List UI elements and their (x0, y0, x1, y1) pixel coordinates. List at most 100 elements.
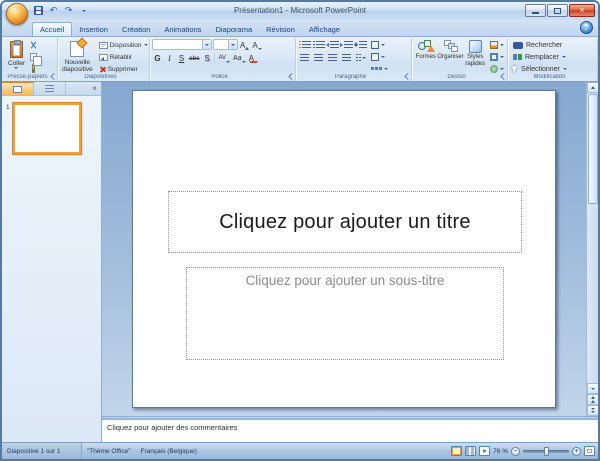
chevron-down-icon (384, 67, 388, 70)
previous-slide-button[interactable] (586, 394, 598, 405)
quick-styles-button[interactable]: Styles rapides (464, 39, 488, 75)
text-shadow-button[interactable]: S (201, 52, 212, 63)
language-status[interactable]: Français (Belgique) (136, 443, 202, 459)
convert-smartart-button[interactable] (370, 63, 389, 74)
tab-affichage[interactable]: Affichage (302, 23, 347, 36)
title-placeholder-text: Cliquez pour ajouter un titre (219, 210, 471, 233)
tab-diaporama[interactable]: Diaporama (208, 23, 259, 36)
scrollbar-thumb[interactable] (587, 94, 598, 204)
shapes-button[interactable]: Formes (414, 39, 438, 75)
slide-sorter-button[interactable] (465, 446, 477, 456)
paragraph-dialog-launcher[interactable] (403, 73, 410, 80)
increase-indent-button[interactable] (340, 39, 353, 50)
bold-button[interactable]: G (152, 52, 163, 63)
scroll-up-button[interactable] (586, 82, 598, 93)
notes-placeholder-text: Cliquez pour ajouter des commentaires (107, 423, 238, 432)
notes-pane[interactable]: Cliquez pour ajouter des commentaires (102, 419, 598, 442)
arrange-button[interactable]: Organiser (437, 39, 464, 75)
shape-outline-button[interactable] (489, 51, 505, 62)
italic-button[interactable]: I (164, 52, 175, 63)
font-color-button[interactable]: A (248, 52, 259, 63)
next-slide-button[interactable] (586, 405, 598, 416)
align-text-button[interactable] (370, 51, 389, 62)
tab-animations[interactable]: Animations (157, 23, 208, 36)
columns-button[interactable] (354, 52, 367, 63)
tab-revision[interactable]: Révision (259, 23, 302, 36)
align-right-button[interactable] (326, 52, 339, 63)
font-size-combo[interactable] (213, 39, 238, 50)
qat-dropdown-button[interactable] (77, 4, 90, 17)
maximize-icon (554, 7, 561, 14)
character-spacing-button[interactable]: AV (217, 52, 231, 63)
strikethrough-button[interactable]: abc (188, 52, 200, 63)
tab-accueil[interactable]: Accueil (32, 22, 73, 36)
reset-slide-button[interactable]: Rétablir (97, 51, 150, 63)
justify-button[interactable] (340, 52, 353, 63)
cut-button[interactable] (28, 39, 40, 50)
minimize-button[interactable] (525, 4, 546, 17)
decrease-indent-button[interactable] (326, 39, 339, 50)
slideshow-button[interactable] (479, 446, 491, 456)
help-button[interactable]: ? (580, 21, 593, 34)
font-dialog-launcher[interactable] (287, 73, 294, 80)
vertical-scrollbar[interactable] (586, 82, 598, 416)
numbering-button[interactable] (312, 39, 325, 50)
zoom-level[interactable]: 76 % (493, 448, 508, 455)
zoom-out-button[interactable]: − (511, 446, 520, 456)
maximize-button[interactable] (547, 4, 568, 17)
close-icon: × (579, 5, 585, 15)
window-controls: × (525, 4, 595, 17)
zoom-slider[interactable] (523, 446, 569, 456)
grow-font-button[interactable]: A (239, 39, 250, 50)
paste-button[interactable]: Coller (6, 39, 27, 75)
group-font: A A G I S abc S AV Aa A Police (150, 38, 296, 81)
slide-thumbnail-row: 1 (2, 96, 101, 154)
tab-creation[interactable]: Création (115, 23, 157, 36)
panel-tab-slides[interactable] (2, 82, 34, 95)
find-button[interactable]: Rechercher (510, 39, 595, 51)
new-slide-button[interactable]: Nouvelle diapositive (60, 39, 95, 75)
shape-fill-button[interactable] (489, 39, 505, 50)
double-chevron-down-icon (590, 408, 595, 410)
double-chevron-up-icon (590, 396, 595, 399)
slides-panel: × 1 (2, 82, 102, 442)
slide-thumbnail[interactable] (12, 103, 81, 154)
subtitle-placeholder[interactable]: Cliquez pour ajouter un sous-titre (186, 267, 504, 360)
close-button[interactable]: × (569, 4, 595, 17)
new-slide-icon (70, 41, 85, 57)
layout-button[interactable]: Disposition (97, 39, 150, 51)
save-button[interactable] (32, 4, 45, 17)
scroll-down-button[interactable] (586, 383, 598, 394)
chevron-down-icon[interactable] (228, 40, 237, 49)
line-spacing-button[interactable] (354, 39, 367, 50)
undo-button[interactable]: ↶ (47, 4, 60, 17)
panel-close-button[interactable]: × (88, 82, 101, 95)
font-name-combo[interactable] (152, 39, 212, 50)
text-direction-button[interactable] (370, 39, 389, 50)
bullets-button[interactable] (298, 39, 311, 50)
caret-down-icon (257, 48, 262, 50)
change-case-button[interactable]: Aa (232, 52, 247, 63)
chevron-down-icon[interactable] (202, 40, 211, 49)
underline-button[interactable]: S (176, 52, 187, 63)
panel-tab-outline[interactable] (34, 82, 66, 95)
cursor-icon (512, 64, 519, 74)
justify-icon (342, 54, 351, 61)
align-center-button[interactable] (312, 52, 325, 63)
drawing-dialog-launcher[interactable] (499, 73, 506, 80)
quick-styles-icon (468, 40, 482, 53)
fit-to-window-button[interactable] (584, 446, 595, 456)
title-placeholder[interactable]: Cliquez pour ajouter un titre (168, 191, 522, 253)
replace-button[interactable]: Remplacer (510, 51, 595, 63)
office-button[interactable] (6, 3, 28, 25)
slide-canvas[interactable]: Cliquez pour ajouter un titre Cliquez po… (132, 90, 556, 408)
zoom-slider-thumb[interactable] (544, 446, 549, 456)
normal-view-button[interactable] (451, 446, 463, 456)
shrink-font-button[interactable]: A (251, 39, 262, 50)
tab-insertion[interactable]: Insertion (72, 23, 115, 36)
copy-button[interactable] (28, 51, 43, 66)
clipboard-dialog-launcher[interactable] (49, 73, 56, 80)
zoom-in-button[interactable]: + (572, 446, 581, 456)
redo-button[interactable]: ↷ (62, 4, 75, 17)
align-left-button[interactable] (298, 52, 311, 63)
